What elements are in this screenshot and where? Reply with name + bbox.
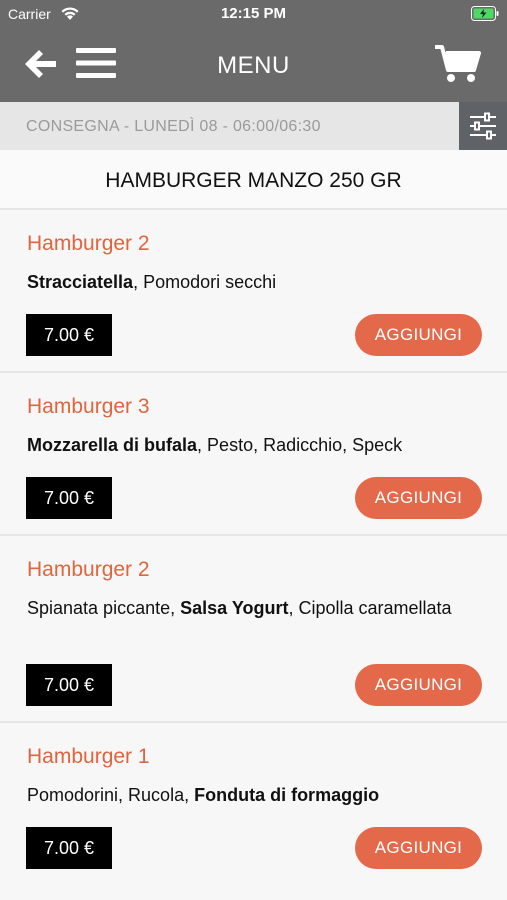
product-ingredients: Pomodorini, Rucola, Fonduta di formaggio [27,783,487,807]
ingredient-text: Pomodorini, Rucola, [27,785,195,805]
product-ingredients: Mozzarella di bufala, Pesto, Radicchio, … [27,433,487,457]
product-ingredients: Spianata piccante, Salsa Yogurt, Cipolla… [27,596,487,620]
product-ingredients: Stracciatella, Pomodori secchi [27,270,487,294]
ingredient-highlight: Mozzarella di bufala [27,435,198,455]
product-card: Hamburger 3 Mozzarella di bufala, Pesto,… [0,373,507,536]
filter-button[interactable] [459,102,507,150]
ingredient-text: , Pesto, Radicchio, Speck [197,435,403,455]
add-to-cart-button[interactable]: AGGIUNGI [355,827,482,869]
page-title: MENU [217,52,290,79]
product-list: Hamburger 2 Stracciatella, Pomodori secc… [0,210,507,900]
ingredient-text: Spianata piccante, [27,598,181,618]
ingredient-text: , Pomodori secchi [133,272,277,292]
delivery-bar: CONSEGNA - LUNEDÌ 08 - 06:00/06:30 [0,102,507,150]
ingredient-text: , Cipolla caramellata [288,598,452,618]
category-title: HAMBURGER MANZO 250 GR [105,169,402,192]
product-name: Hamburger 3 [27,395,150,418]
ingredient-highlight: Fonduta di formaggio [194,785,380,805]
sliders-icon [470,112,496,140]
status-bar: Carrier 12:15 PM [0,0,507,28]
status-time: 12:15 PM [220,5,287,22]
price-badge: 7.00 € [26,664,112,706]
nav-bar: MENU [0,28,507,102]
product-card: Hamburger 1 Pomodorini, Rucola, Fonduta … [0,723,507,900]
delivery-info[interactable]: CONSEGNA - LUNEDÌ 08 - 06:00/06:30 [26,118,321,136]
cart-icon[interactable] [435,44,481,84]
product-name: Hamburger 2 [27,232,150,255]
app-header: Carrier 12:15 PM MENU [0,0,507,102]
price-badge: 7.00 € [26,477,112,519]
ingredient-highlight: Stracciatella [27,272,134,292]
category-header: HAMBURGER MANZO 250 GR [0,150,507,210]
ingredient-highlight: Salsa Yogurt [180,598,289,618]
price-badge: 7.00 € [26,314,112,356]
product-name: Hamburger 2 [27,558,150,581]
product-card: Hamburger 2 Stracciatella, Pomodori secc… [0,210,507,373]
battery-icon [471,6,499,21]
price-badge: 7.00 € [26,827,112,869]
add-to-cart-button[interactable]: AGGIUNGI [355,664,482,706]
product-card: Hamburger 2 Spianata piccante, Salsa Yog… [0,536,507,723]
product-name: Hamburger 1 [27,745,150,768]
add-to-cart-button[interactable]: AGGIUNGI [355,314,482,356]
add-to-cart-button[interactable]: AGGIUNGI [355,477,482,519]
